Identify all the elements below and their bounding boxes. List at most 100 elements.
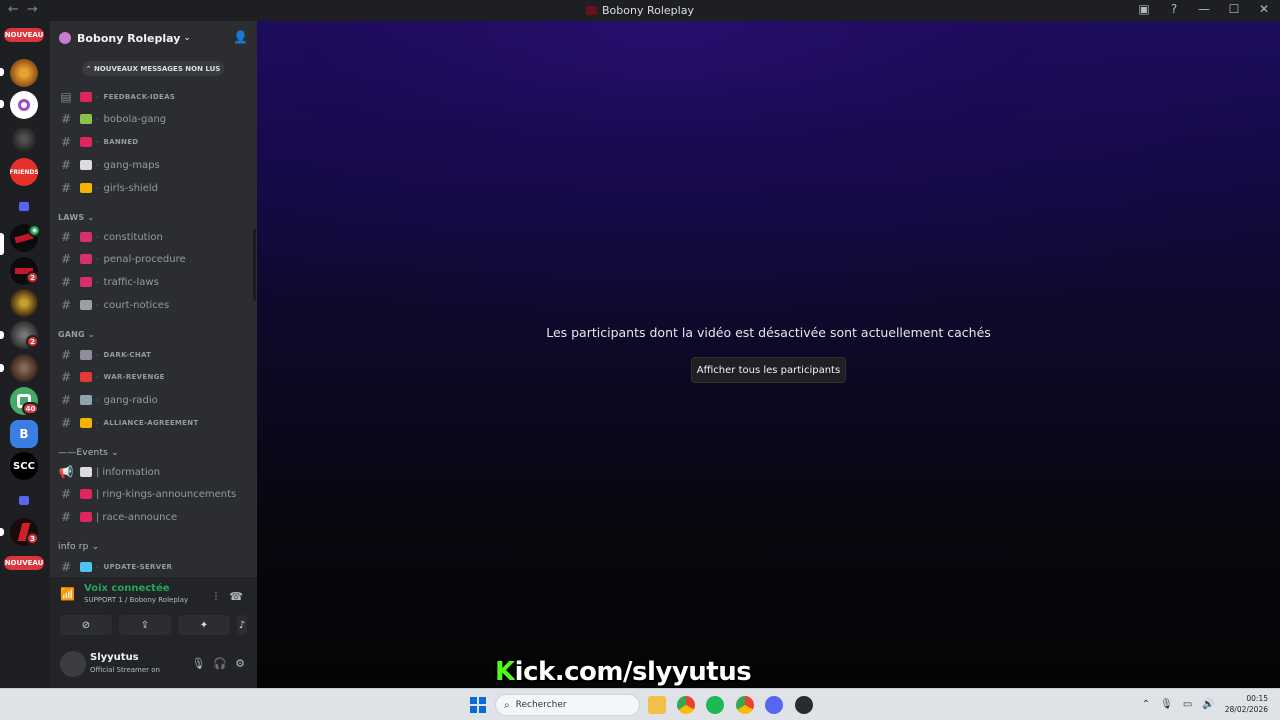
voice-status[interactable]: Voix connectée [84, 583, 188, 594]
maximize-icon[interactable]: ☐ [1226, 2, 1242, 16]
signal-icon: 📶 [60, 587, 75, 601]
channel-item[interactable]: # · UPDATE-SERVER [58, 557, 250, 577]
chrome-icon[interactable] [677, 696, 695, 714]
taskbar-search-input[interactable]: ⌕ Rechercher [495, 694, 640, 716]
channel-item[interactable]: # · DARK-CHAT [58, 345, 250, 365]
server-icon-b[interactable]: B [10, 420, 38, 448]
app-icon[interactable] [795, 696, 813, 714]
tray-volume-icon[interactable]: 🔊 [1202, 699, 1214, 710]
category-label: ——Events [58, 448, 109, 458]
voice-channel[interactable]: SUPPORT 1 / Bobony Roleplay [84, 596, 188, 604]
forum-channel-icon: ▤ [60, 90, 72, 104]
hash-icon: # [60, 393, 72, 407]
channel-item[interactable]: # · penal-procedure [58, 249, 250, 269]
channel-item[interactable]: # · BANNED [58, 132, 250, 152]
category-header[interactable]: GANG ⌄ [58, 330, 95, 339]
category-label: info rp [58, 542, 89, 552]
chevron-down-icon: ⌄ [183, 33, 191, 43]
file-explorer-icon[interactable] [648, 696, 666, 714]
avatar[interactable] [60, 651, 86, 677]
tray-mic-icon[interactable]: 🎙 [1160, 699, 1173, 710]
channel-item[interactable]: # · girls-shield [58, 178, 250, 198]
server-icon-friends[interactable]: FRIENDS [10, 158, 38, 186]
channel-item[interactable]: # · WAR-REVENGE [58, 367, 250, 387]
channel-item[interactable]: # · bobola-gang [58, 109, 250, 129]
soundboard-button[interactable]: ♪ [237, 615, 247, 635]
noise-suppression-icon[interactable]: ⫶ [215, 590, 218, 604]
scrollbar[interactable] [253, 229, 256, 301]
minimize-icon[interactable]: — [1196, 2, 1212, 16]
hash-icon: # [60, 181, 72, 195]
server-icon-dark[interactable] [10, 125, 38, 153]
mention-badge: 3 [26, 532, 39, 545]
channel-name: race-announce [102, 511, 178, 523]
headphones-icon[interactable]: 🎧 [213, 657, 227, 670]
channel-dot: · [96, 372, 99, 382]
channel-item[interactable]: # | race-announce [58, 507, 250, 527]
category-header[interactable]: info rp ⌄ [58, 542, 99, 552]
server-name: Bobony Roleplay [77, 31, 181, 45]
server-folder[interactable] [10, 192, 38, 220]
screen-share-icon[interactable]: ▣ [1136, 2, 1152, 16]
server-icon-bobony[interactable] [10, 91, 38, 119]
username[interactable]: Slyyutus [90, 652, 139, 663]
hash-icon: # [60, 560, 72, 574]
channel-dot: · [96, 183, 99, 193]
microphone-icon[interactable]: 🎙 [191, 657, 205, 670]
channel-item[interactable]: # · gang-maps [58, 155, 250, 175]
clock[interactable]: 00:15 28/02/2026 [1225, 693, 1268, 715]
category-header[interactable]: ——Events ⌄ [58, 448, 119, 458]
tray-network-icon[interactable]: ▭ [1183, 699, 1192, 710]
channel-item[interactable]: # · constitution [58, 227, 250, 247]
new-badge-bottom[interactable]: NOUVEAU [4, 556, 44, 570]
server-header[interactable]: Bobony Roleplay ⌄ 👤 [50, 21, 257, 55]
tray-chevron-icon[interactable]: ⌃ [1142, 699, 1150, 710]
disconnect-icon[interactable]: ☎ [229, 590, 243, 604]
mention-badge: 2 [26, 271, 39, 284]
channel-name: penal-procedure [103, 253, 186, 265]
server-icon-skull[interactable] [10, 289, 38, 317]
search-icon: ⌕ [504, 699, 510, 711]
channel-dot: · [96, 137, 99, 147]
activities-icon: ✦ [199, 619, 209, 631]
channel-name: BANNED [103, 138, 139, 146]
channel-item[interactable]: # · gang-radio [58, 390, 250, 410]
channel-emoji-icon [80, 254, 92, 264]
channel-item[interactable]: # | ring-kings-announcements [58, 484, 250, 504]
channel-item[interactable]: # · ALLIANCE-AGREEMENT [58, 413, 250, 433]
settings-gear-icon[interactable]: ⚙ [235, 657, 245, 670]
screen-share-button[interactable]: ⇪ [119, 615, 171, 635]
server-folder-2[interactable] [10, 486, 38, 514]
category-header[interactable]: LAWS ⌄ [58, 213, 94, 222]
help-icon[interactable]: ? [1166, 2, 1182, 16]
activities-button[interactable]: ✦ [178, 615, 230, 635]
new-badge-top[interactable]: NOUVEAU [4, 28, 44, 42]
channel-item[interactable]: ▤ · FEEDBACK-IDEAS [58, 87, 250, 107]
window-controls: ▣ ? — ☐ ✕ [1136, 2, 1272, 16]
add-member-icon[interactable]: 👤 [233, 30, 248, 44]
server-list: NOUVEAU FRIENDS ◉ 2 2 40 B SCC 3 NOUVEAU [0, 21, 50, 688]
channel-item[interactable]: # · court-notices [58, 295, 250, 315]
discord-icon[interactable] [765, 696, 783, 714]
stream-watermark: Kick.com/slyyutus [495, 657, 752, 687]
channel-item[interactable]: 📢 | information [58, 462, 250, 482]
unread-messages-banner[interactable]: ⌃ NOUVEAUX MESSAGES NON LUS [82, 61, 224, 76]
channel-name: information [102, 466, 161, 478]
server-icon-lion[interactable] [10, 59, 38, 87]
chrome-profile-icon[interactable] [736, 696, 754, 714]
announce-channel-icon: 📢 [58, 465, 74, 479]
close-icon[interactable]: ✕ [1256, 2, 1272, 16]
server-icon-scc[interactable]: SCC [10, 452, 38, 480]
soundboard-icon: ♪ [238, 619, 246, 631]
camera-off-button[interactable]: ⊘ [60, 615, 112, 635]
windows-start-icon[interactable] [470, 697, 486, 713]
channel-emoji-icon [80, 489, 92, 499]
show-all-participants-button[interactable]: Afficher tous les participants [691, 357, 846, 383]
window-title: Bobony Roleplay [0, 4, 1280, 17]
server-icon [59, 32, 71, 44]
spotify-icon[interactable] [706, 696, 724, 714]
server-icon-voice2[interactable] [10, 354, 38, 382]
bobony-logo-icon [18, 99, 30, 111]
channel-item[interactable]: # · traffic-laws [58, 272, 250, 292]
channel-emoji-icon [80, 277, 92, 287]
